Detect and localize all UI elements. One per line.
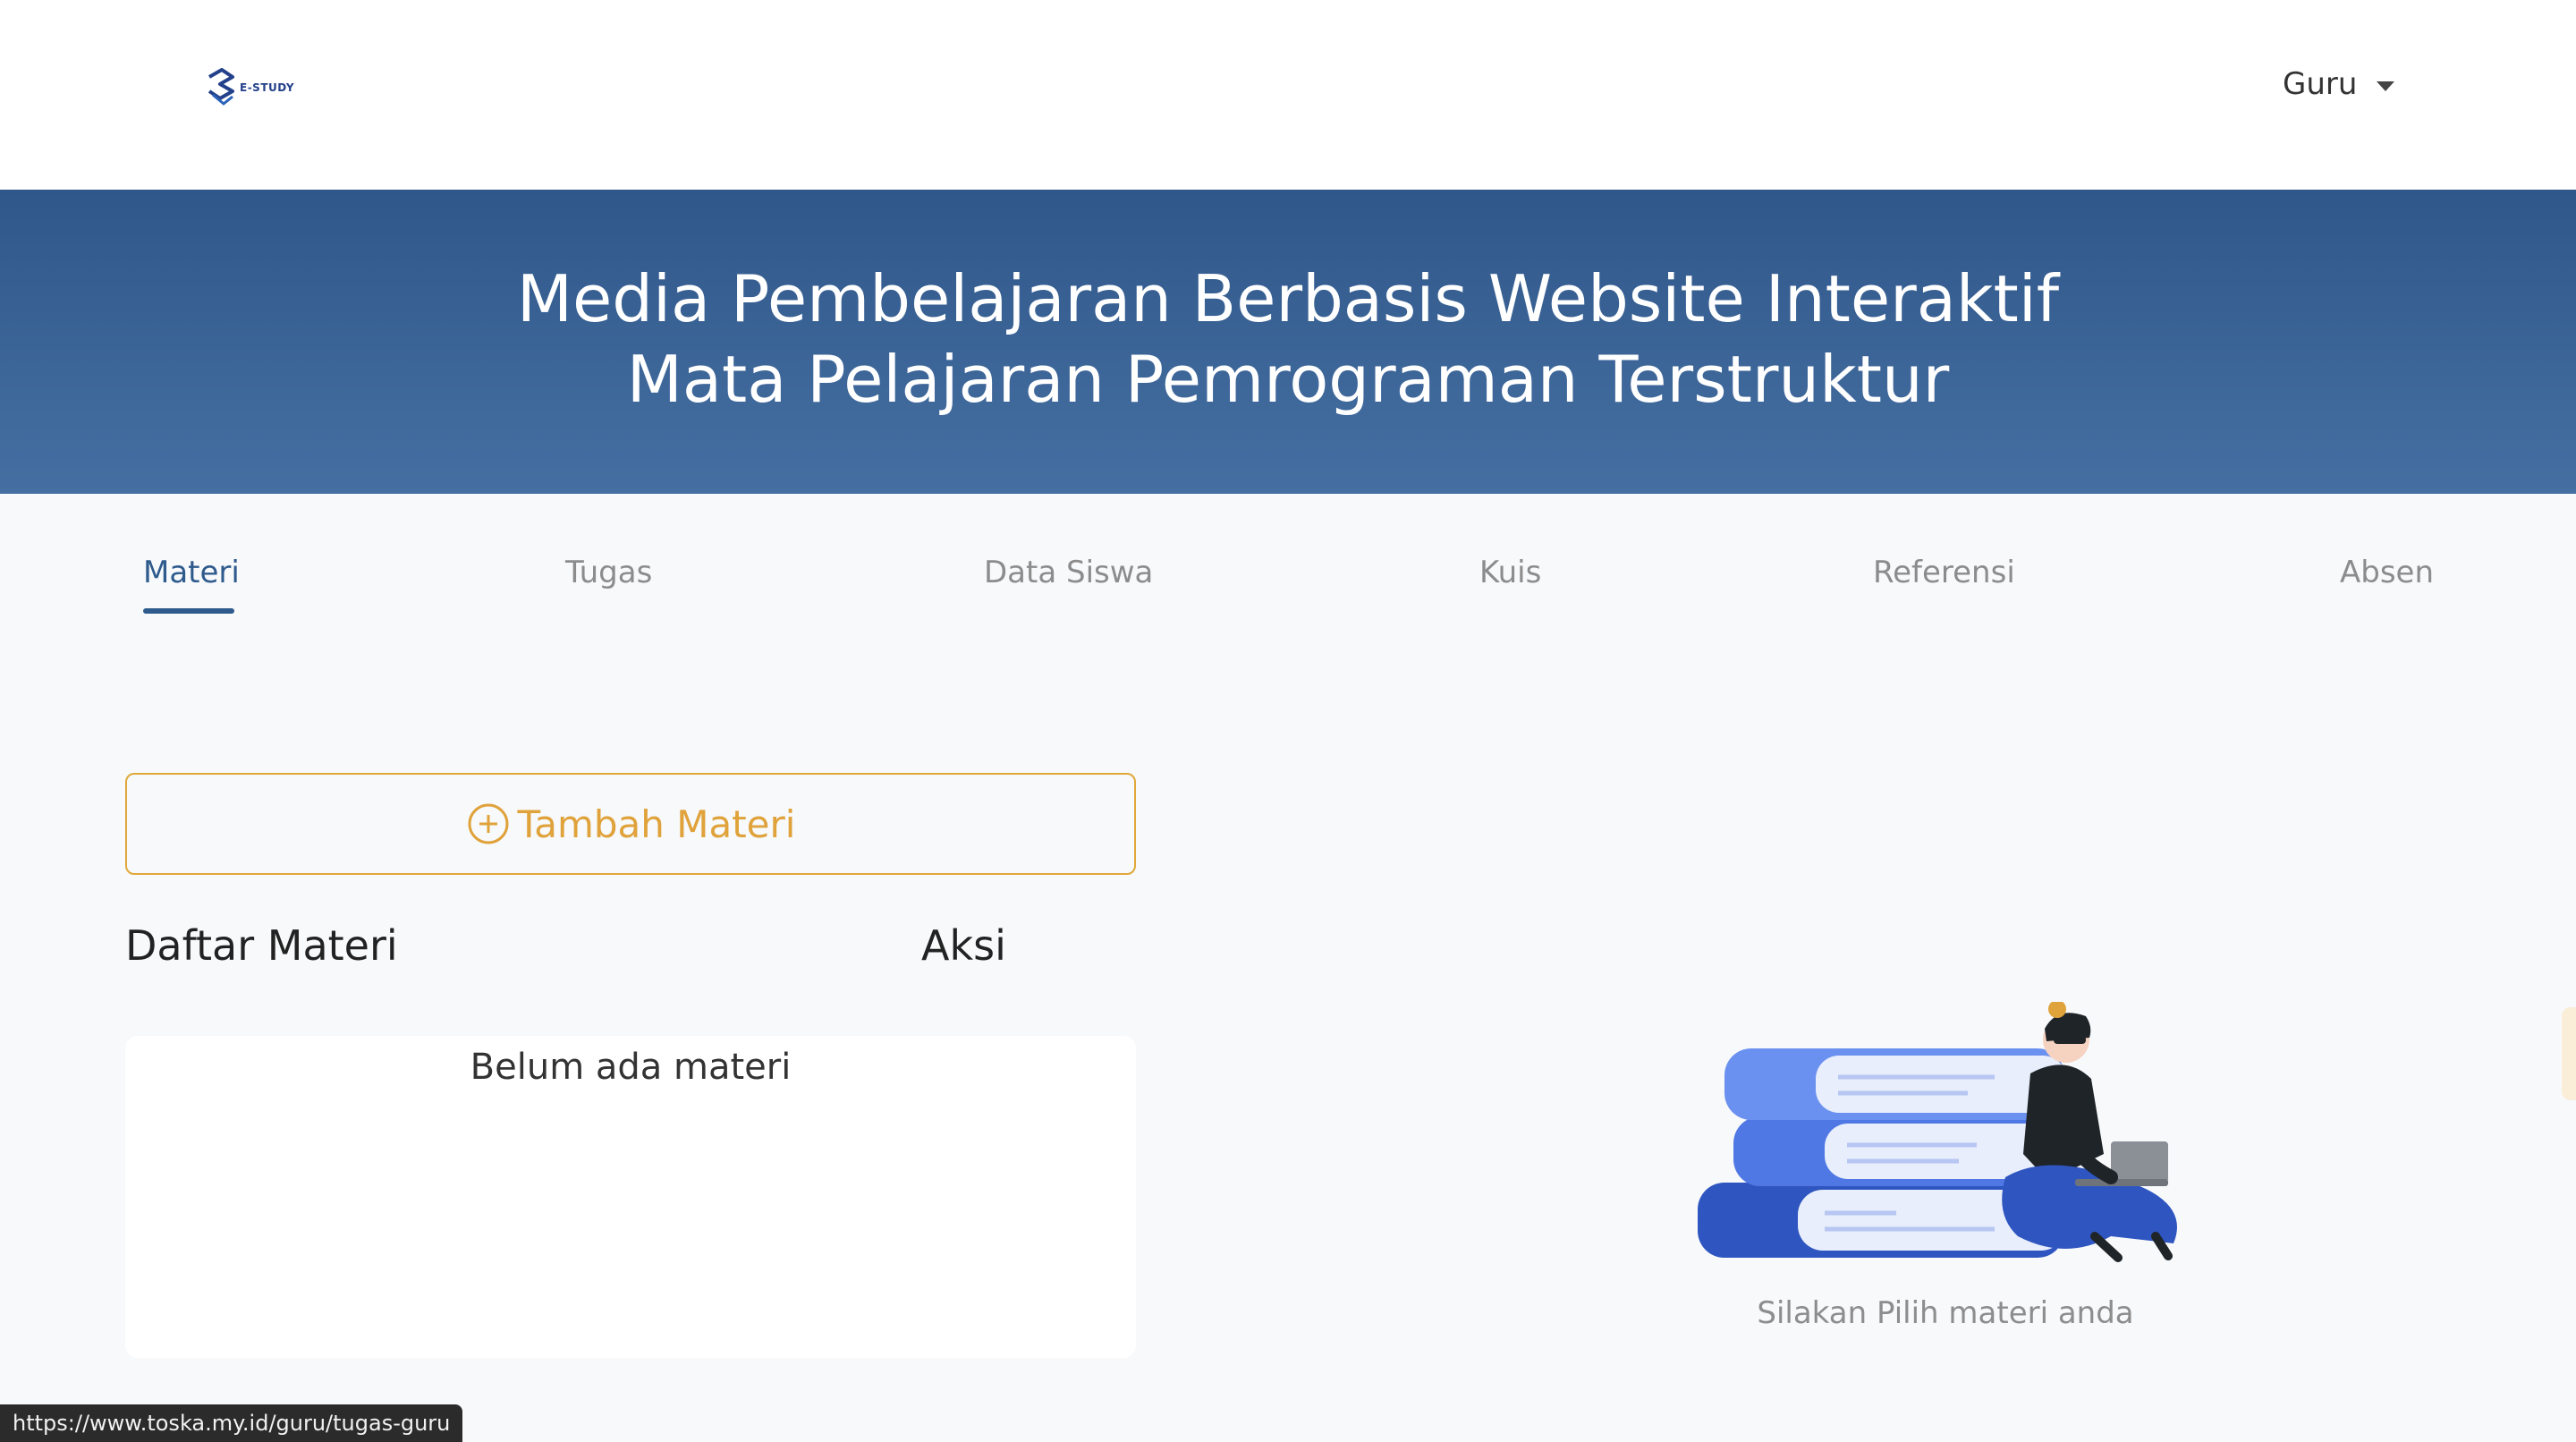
side-feedback-tab[interactable] <box>2562 1007 2576 1100</box>
tab-absen[interactable]: Absen <box>2340 555 2434 590</box>
empty-state-message: Belum ada materi <box>470 1047 792 1088</box>
top-navbar: E-STUDY Guru <box>0 0 2576 190</box>
brand-logo[interactable]: E-STUDY <box>206 68 294 107</box>
action-header: Aksi <box>921 921 1006 970</box>
status-bar-url: https://www.toska.my.id/guru/tugas-guru <box>0 1404 463 1442</box>
tab-kuis[interactable]: Kuis <box>1479 555 1541 590</box>
main-tabs: Materi Tugas Data Siswa Kuis Referensi A… <box>0 555 2576 626</box>
list-header: Daftar Materi <box>125 921 398 970</box>
preview-hint: Silakan Pilih materi anda <box>1757 1295 2134 1331</box>
user-role-label: Guru <box>2283 66 2358 102</box>
add-materi-button[interactable]: Tambah Materi <box>125 773 1136 875</box>
user-role-dropdown[interactable]: Guru <box>2283 66 2395 102</box>
tab-materi[interactable]: Materi <box>143 555 240 590</box>
hero-banner: Media Pembelajaran Berbasis Website Inte… <box>0 190 2576 494</box>
brand-name: E-STUDY <box>240 81 295 94</box>
add-materi-label: Tambah Materi <box>517 802 796 846</box>
e-study-logo-icon <box>208 68 234 106</box>
reading-person-illustration <box>1698 1002 2177 1262</box>
chevron-down-icon <box>2377 81 2395 91</box>
page-title: Media Pembelajaran Berbasis Website Inte… <box>516 261 2060 417</box>
materi-list: Belum ada materi <box>125 1036 1136 1358</box>
plus-circle-icon <box>468 803 509 844</box>
tab-tugas[interactable]: Tugas <box>565 555 652 590</box>
tab-data-siswa[interactable]: Data Siswa <box>984 555 1153 590</box>
active-tab-indicator <box>143 608 234 614</box>
tab-referensi[interactable]: Referensi <box>1873 555 2015 590</box>
